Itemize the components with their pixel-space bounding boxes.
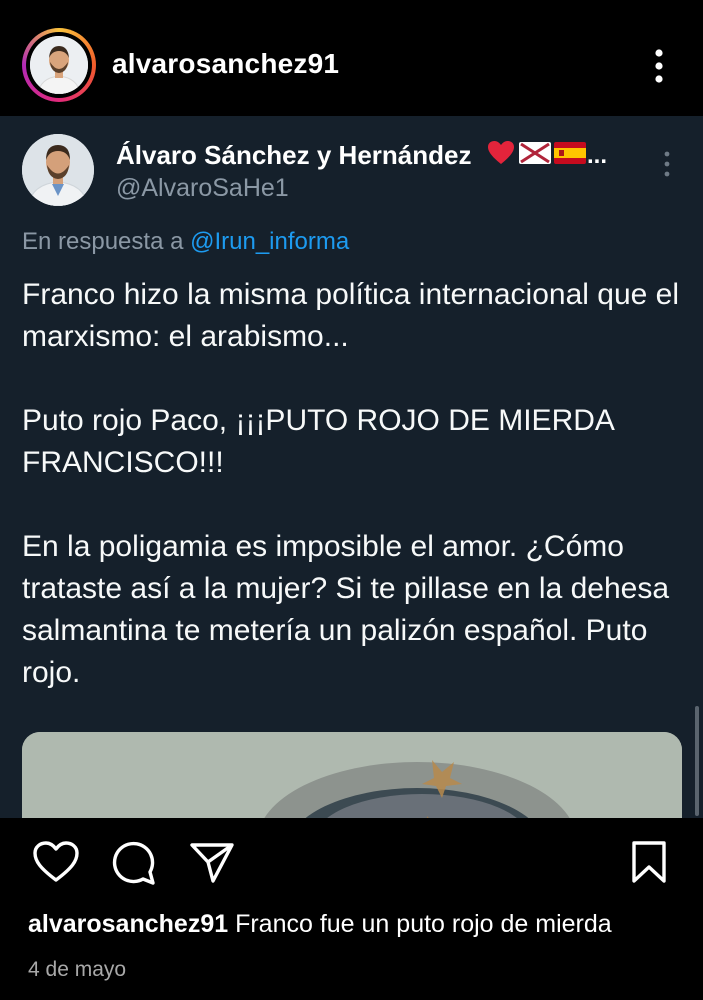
tweet-paragraph: Franco hizo la misma política internacio… [22, 278, 679, 353]
tweet-paragraph: Puto rojo Paco, ¡¡¡PUTO ROJO DE MIERDA F… [22, 404, 614, 479]
cross-flag-icon [518, 140, 552, 166]
post-caption: alvarosanchez91 Franco fue un puto rojo … [28, 910, 612, 939]
bookmark-icon[interactable] [630, 840, 668, 889]
story-ring[interactable] [22, 28, 96, 102]
heart-icon[interactable] [32, 840, 80, 889]
reply-mention-link[interactable]: @Irun_informa [190, 228, 349, 255]
avatar-gap [26, 32, 92, 98]
caption-text: Franco fue un puto rojo de mierda [235, 910, 612, 938]
spain-flag-icon [553, 140, 587, 166]
tweet-avatar[interactable] [22, 134, 94, 206]
tweet-more-icon[interactable] [660, 150, 674, 178]
caption-username[interactable]: alvarosanchez91 [28, 910, 228, 938]
reply-prefix: En respuesta a [22, 228, 184, 255]
reply-context: En respuesta a @Irun_informa [22, 228, 349, 256]
post-date[interactable]: 4 de mayo [28, 958, 126, 982]
post-header: alvarosanchez91 [0, 0, 703, 116]
name-ellipsis: ... [587, 142, 608, 169]
tweet-media-image[interactable] [22, 732, 682, 818]
red-heart-icon [487, 140, 515, 166]
post-username[interactable]: alvarosanchez91 [112, 48, 339, 80]
tweet-display-name[interactable]: Álvaro Sánchez y Hernández [116, 140, 471, 171]
tweet-handle[interactable]: @AlvaroSaHe1 [116, 174, 289, 203]
comment-icon[interactable] [110, 840, 156, 891]
avatar [30, 36, 88, 94]
post-footer: alvarosanchez91 Franco fue un puto rojo … [0, 818, 703, 1000]
share-icon[interactable] [188, 840, 236, 889]
tweet-paragraph: En la poligamia es imposible el amor. ¿C… [22, 530, 670, 689]
vertical-dots-icon[interactable] [646, 46, 672, 86]
tweet-card: Álvaro Sánchez y Hernández ... @AlvaroSa… [0, 116, 703, 818]
scrollbar[interactable] [695, 706, 699, 816]
